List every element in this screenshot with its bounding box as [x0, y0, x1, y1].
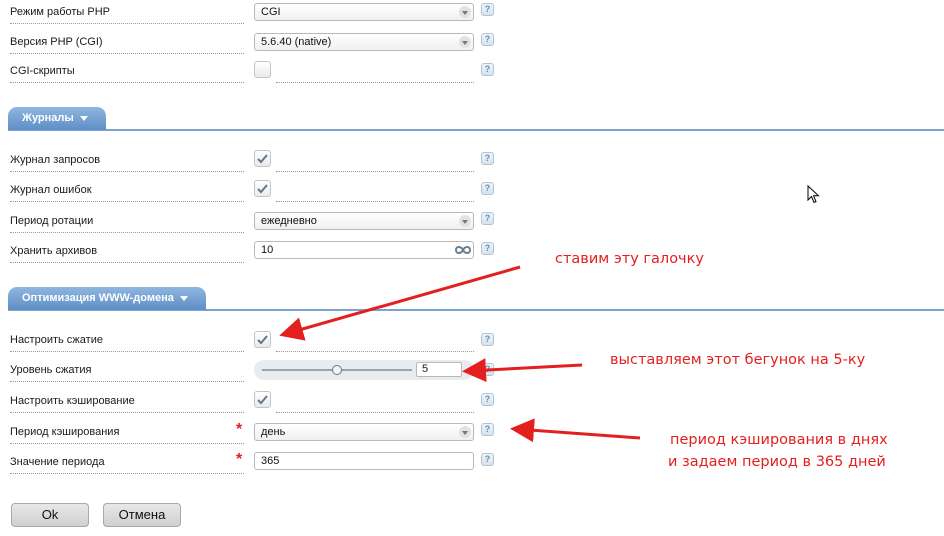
- arrow-to-compression-checkbox: [279, 265, 521, 341]
- arrow-to-cache-period: [510, 418, 641, 443]
- arrow-to-slider: [462, 358, 583, 383]
- annotation-arrows: [279, 265, 641, 443]
- mouse-cursor-icon: [807, 185, 820, 204]
